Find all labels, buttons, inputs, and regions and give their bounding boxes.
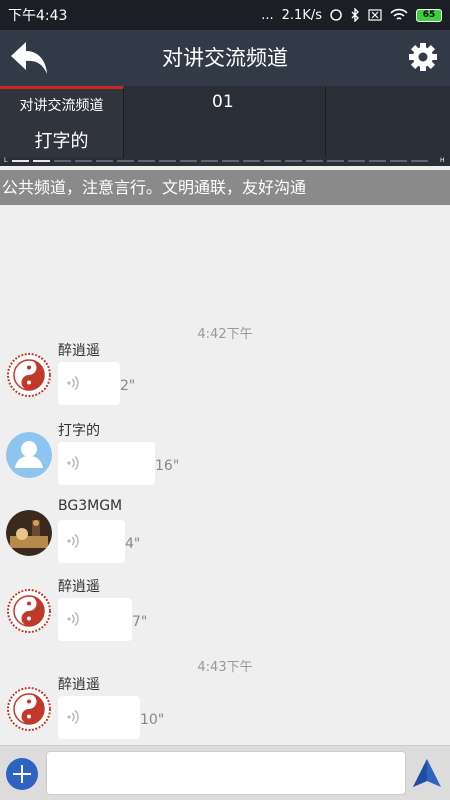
voice-wave-icon [67,455,79,471]
voice-duration: 7" [132,614,148,630]
level-segment [390,160,407,162]
level-segment [201,160,218,162]
voice-wave-icon [67,709,79,725]
tab-channel-active[interactable]: 对讲交流频道 打字的 [0,86,124,158]
voice-bubble[interactable] [58,598,132,641]
username: 醉逍遥 [58,343,100,359]
message-input[interactable] [46,751,406,795]
voice-bubble[interactable] [58,362,120,405]
level-segment [348,160,365,162]
channel-tabs: 对讲交流频道 打字的 01 [0,86,450,158]
status-bar: 下午4:43 ... 2.1K/s 65 [0,0,450,30]
tab-channel-user: 打字的 [34,131,89,152]
voice-duration: 4" [125,536,141,552]
sim-x-icon [368,9,382,21]
level-segment [285,160,302,162]
voice-duration: 10" [140,712,165,728]
timestamp-header: 4:43下午 [197,660,253,675]
voice-duration: 2" [120,378,136,394]
tab-channel-empty[interactable] [326,86,450,158]
avatar[interactable] [6,432,52,478]
level-segment [138,160,155,162]
username: 醉逍遥 [58,579,100,595]
level-segment [12,160,29,162]
level-high-label: H [440,157,445,164]
level-indicator: L H [0,157,450,166]
level-segment [33,160,50,162]
level-low-label: L [4,157,8,164]
voice-wave-icon [67,375,79,391]
avatar[interactable] [6,352,52,398]
wifi-icon [390,8,408,20]
battery-icon: 65 [416,8,442,22]
level-segment [159,160,176,162]
gear-icon[interactable] [408,42,438,72]
signal-icon [330,9,342,21]
username: BG3MGM [58,498,123,514]
voice-duration: 16" [155,458,180,474]
voice-wave-icon [67,533,79,549]
more-dots: ... [261,7,274,23]
level-segment [180,160,197,162]
status-time: 下午4:43 [8,8,68,24]
username: 醉逍遥 [58,677,100,693]
message-input-bar [0,745,450,800]
bluetooth-icon [351,8,359,22]
level-segment [96,160,113,162]
voice-wave-icon [67,611,79,627]
send-icon[interactable] [410,756,444,790]
avatar[interactable] [6,686,52,732]
channel-notice: 公共频道，注意言行。文明通联，友好沟通 [0,170,450,205]
level-segment [54,160,71,162]
voice-bubble[interactable] [58,696,140,739]
level-segment [243,160,260,162]
level-segment [411,160,428,162]
tab-channel-number: 01 [212,92,234,112]
app-bar: 对讲交流频道 [0,30,450,86]
voice-bubble[interactable] [58,442,155,485]
username: 打字的 [58,423,100,439]
tab-channel-01[interactable]: 01 [124,86,326,158]
level-segment [264,160,281,162]
level-segment [75,160,92,162]
tab-channel-name: 对讲交流频道 [19,98,104,114]
add-button[interactable] [6,758,38,790]
avatar[interactable] [6,510,52,556]
network-speed: 2.1K/s [281,7,322,23]
level-segment [117,160,134,162]
level-segment [306,160,323,162]
level-segment [369,160,386,162]
avatar[interactable] [6,588,52,634]
voice-bubble[interactable] [58,520,125,563]
level-segment [222,160,239,162]
page-title: 对讲交流频道 [162,46,288,70]
level-segment [327,160,344,162]
